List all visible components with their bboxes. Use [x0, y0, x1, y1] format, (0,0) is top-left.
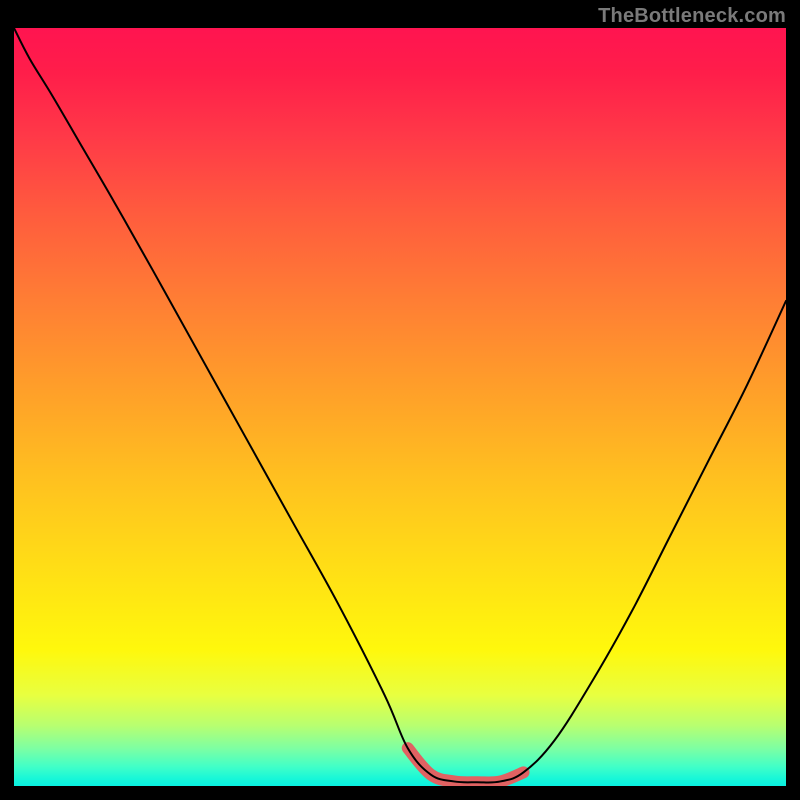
chart-frame: TheBottleneck.com: [0, 0, 800, 800]
optimal-range-highlight: [408, 748, 524, 782]
plot-area: [14, 28, 786, 786]
curve-svg: [14, 28, 786, 786]
watermark-text: TheBottleneck.com: [598, 5, 786, 28]
bottleneck-curve: [14, 28, 786, 783]
